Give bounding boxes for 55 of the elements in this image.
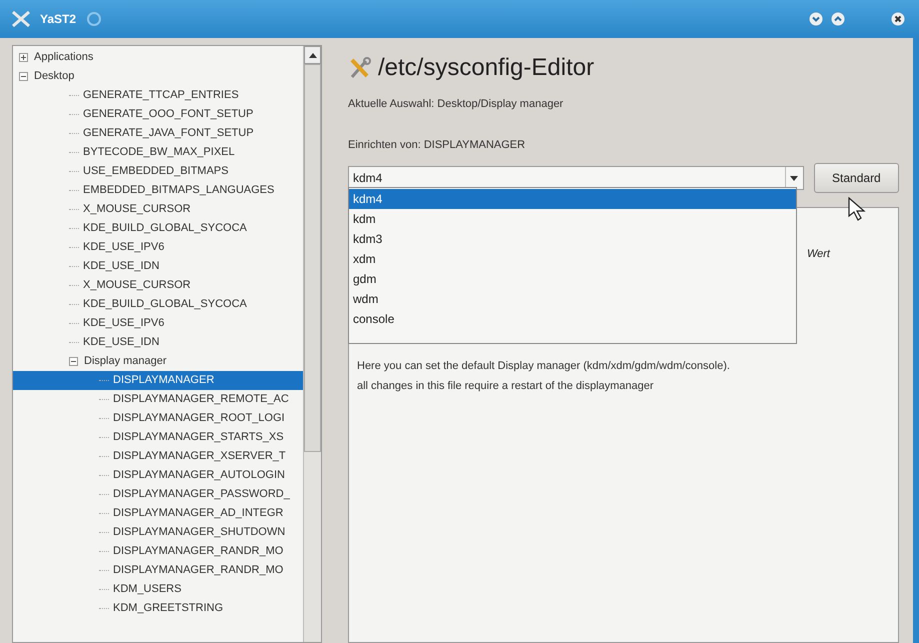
tree-item[interactable]: BYTECODE_BW_MAX_PIXEL	[13, 143, 303, 162]
tree-item[interactable]: DISPLAYMANAGER_AUTOLOGIN	[13, 466, 303, 485]
tree-item[interactable]: EMBEDDED_BITMAPS_LANGUAGES	[13, 181, 303, 200]
maximize-icon[interactable]	[831, 12, 845, 26]
dropdown-option[interactable]: console	[349, 309, 796, 329]
column-heading: Wert	[806, 247, 830, 262]
tree-item[interactable]: DISPLAYMANAGER_RANDR_MO	[13, 542, 303, 561]
dropdown-option[interactable]: xdm	[349, 249, 796, 269]
description-text: Here you can set the default Display manager (kdm/xdm/gdm/wdm/console). all changes in this file require a restart of the displaymanager	[356, 359, 731, 394]
tree-item[interactable]: DISPLAYMANAGER_RANDR_MO	[13, 561, 303, 580]
tree-item[interactable]: USE_EMBEDDED_BITMAPS	[13, 162, 303, 181]
tree-item[interactable]: DISPLAYMANAGER_REMOTE_AC	[13, 390, 303, 409]
tree-item[interactable]: DISPLAYMANAGER_XSERVER_T	[13, 447, 303, 466]
setup-label: Einrichten von: DISPLAYMANAGER	[348, 138, 526, 152]
tree-item[interactable]: X_MOUSE_CURSOR	[13, 200, 303, 219]
default-button[interactable]: Standard	[814, 163, 899, 193]
minimize-icon[interactable]	[809, 12, 823, 26]
current-selection: Aktuelle Auswahl: Desktop/Display manager	[348, 97, 564, 112]
tree-item[interactable]: DISPLAYMANAGER_STARTS_XS	[13, 428, 303, 447]
tree-item[interactable]: X_MOUSE_CURSOR	[13, 276, 303, 295]
tree-item[interactable]: KDE_BUILD_GLOBAL_SYCOCA	[13, 295, 303, 314]
tree-item[interactable]: Display manager	[13, 352, 303, 371]
tree-item[interactable]: DISPLAYMANAGER_ROOT_LOGI	[13, 409, 303, 428]
dropdown-option[interactable]: gdm	[349, 269, 796, 289]
window-title: YaST2	[40, 11, 76, 28]
dropdown-option[interactable]: wdm	[349, 289, 796, 309]
tree-item[interactable]: DISPLAYMANAGER	[13, 371, 303, 390]
scrollbar[interactable]	[303, 46, 321, 642]
tree-item[interactable]: Applications	[13, 48, 303, 67]
editor-title: /etc/sysconfig-Editor	[378, 53, 594, 83]
tree-item[interactable]: Desktop	[13, 67, 303, 86]
tree-item[interactable]: KDE_BUILD_GLOBAL_SYCOCA	[13, 219, 303, 238]
tree-item[interactable]: DISPLAYMANAGER_PASSWORD_	[13, 485, 303, 504]
tree-item[interactable]: GENERATE_OOO_FONT_SETUP	[13, 105, 303, 124]
tree-item[interactable]: GENERATE_TTCAP_ENTRIES	[13, 86, 303, 105]
tree-item[interactable]: KDE_USE_IPV6	[13, 314, 303, 333]
collapse-icon[interactable]	[19, 72, 28, 81]
collapse-icon[interactable]	[69, 357, 78, 366]
tree-item[interactable]: DISPLAYMANAGER_AD_INTEGR	[13, 504, 303, 523]
tree-item[interactable]: GENERATE_JAVA_FONT_SETUP	[13, 124, 303, 143]
tree-item[interactable]: KDE_USE_IDN	[13, 333, 303, 352]
tree-item[interactable]: KDM_GREETSTRING	[13, 599, 303, 618]
close-icon[interactable]	[891, 12, 905, 26]
tree-item[interactable]: KDM_USERS	[13, 580, 303, 599]
dropdown-option[interactable]: kdm	[349, 209, 796, 229]
scrollbar-thumb[interactable]	[304, 64, 321, 452]
tree-item[interactable]: DISPLAYMANAGER_SHUTDOWN	[13, 523, 303, 542]
dropdown-option[interactable]: kdm3	[349, 229, 796, 249]
tree-item[interactable]: KDE_USE_IPV6	[13, 238, 303, 257]
expand-icon[interactable]	[19, 53, 28, 62]
dropdown-option[interactable]: kdm4	[349, 189, 796, 209]
dropdown-arrow-icon[interactable]	[790, 176, 798, 180]
tree-item[interactable]: KDE_USE_IDN	[13, 257, 303, 276]
mouse-pointer-icon	[848, 197, 866, 221]
scroll-up-icon[interactable]	[308, 52, 316, 58]
